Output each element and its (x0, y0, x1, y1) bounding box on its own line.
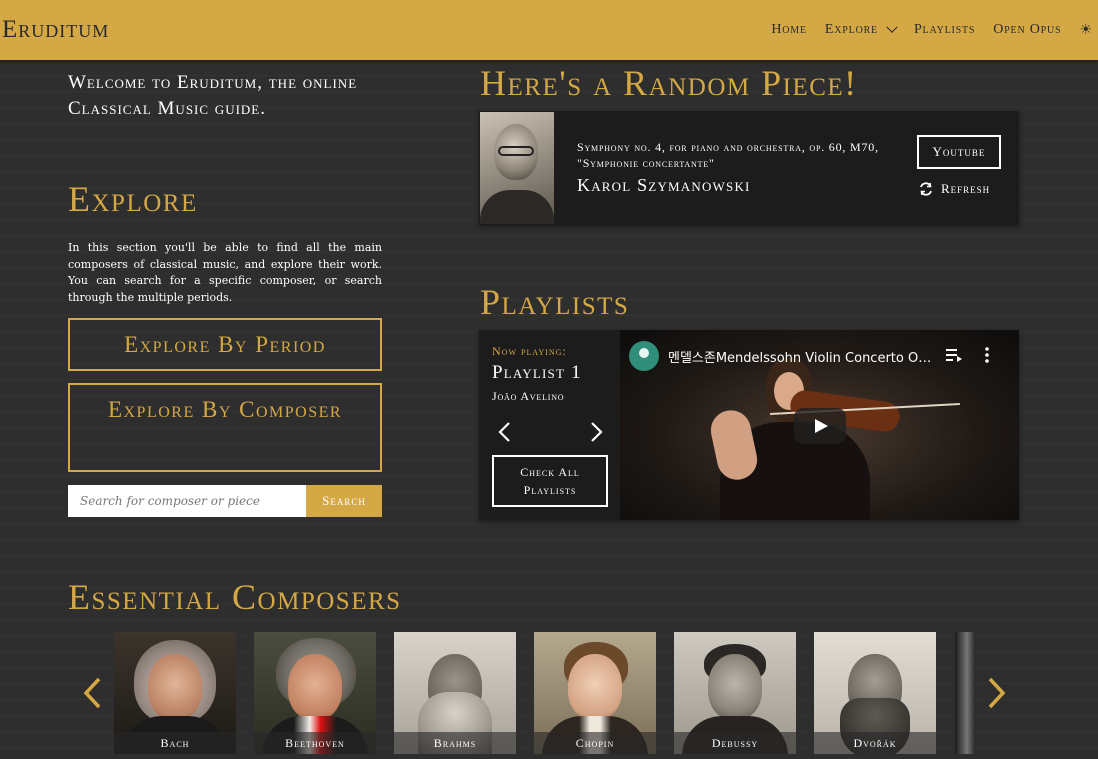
composer-name: Debussy (674, 732, 796, 754)
composer-card-brahms[interactable]: Brahms (394, 632, 516, 754)
nav-open-opus[interactable]: Open Opus (993, 22, 1061, 38)
composer-card-beethoven[interactable]: Beethoven (254, 632, 376, 754)
search-button[interactable]: Search (306, 485, 382, 517)
composer-face (708, 654, 762, 720)
chevron-down-icon (886, 21, 898, 33)
refresh-label: Refresh (941, 181, 991, 196)
sun-icon[interactable]: ☀ (1079, 22, 1092, 38)
welcome-text: Welcome to Eruditum, the online Classica… (68, 72, 358, 119)
explore-by-period-button[interactable]: Explore By Period (68, 318, 382, 371)
random-piece-heading: Here's a Random Piece! (480, 63, 858, 103)
youtube-button[interactable]: Youtube (917, 135, 1001, 169)
chevron-left-icon[interactable] (495, 420, 515, 444)
explore-by-composer-button[interactable]: Explore By Composer (68, 383, 382, 472)
random-piece-card: Symphony no. 4, for piano and orchestra,… (479, 111, 1019, 225)
composer-face (288, 654, 342, 720)
portrait-suit (480, 190, 554, 224)
play-icon[interactable] (794, 408, 846, 444)
composer-face (568, 654, 622, 720)
composer-name: Chopin (534, 732, 656, 754)
video-title[interactable]: 멘델스존Mendelssohn Violin Concerto OP ... (668, 347, 934, 366)
composer-portrait (480, 112, 554, 224)
piece-title: Symphony no. 4, for piano and orchestra,… (577, 140, 879, 170)
check-all-playlists-button[interactable]: Check All Playlists (492, 455, 608, 507)
composer-name: Dvořák (814, 732, 936, 754)
nav-open-opus-label: Open Opus (993, 22, 1062, 37)
composer-card-dvorak[interactable]: Dvořák (814, 632, 936, 754)
nav-home-label: Home (771, 22, 807, 37)
video-violinist-arm (707, 406, 761, 484)
playlist-author: João Avelino (492, 389, 565, 403)
composer-card-bach[interactable]: Bach (114, 632, 236, 754)
essential-composers-heading: Essential Composers (68, 577, 402, 617)
explore-heading: Explore (68, 179, 198, 219)
playlists-heading: Playlists (480, 282, 630, 322)
composer-face (148, 654, 202, 720)
composer-card-debussy[interactable]: Debussy (674, 632, 796, 754)
nav-playlists-label: Playlists (913, 22, 976, 37)
youtube-video-embed[interactable]: 멘델스존Mendelssohn Violin Concerto OP ... (620, 330, 1019, 520)
composer-name: Beethoven (254, 732, 376, 754)
nav-home[interactable]: Home (771, 22, 807, 38)
channel-avatar[interactable] (629, 341, 659, 371)
nav-links: Home Explore Playlists Open Opus ☀ (771, 21, 1098, 38)
now-playing-label: Now playing: (492, 344, 567, 358)
more-vert-icon[interactable] (984, 346, 990, 364)
refresh-button[interactable]: Refresh (919, 181, 990, 197)
search-form: Search (68, 485, 382, 517)
refresh-icon (920, 182, 932, 196)
brand-logo[interactable]: Eruditum (0, 16, 109, 44)
chevron-right-icon[interactable] (586, 420, 606, 444)
nav-explore-label: Explore (824, 22, 878, 37)
playlist-queue-icon[interactable] (946, 348, 962, 362)
carousel-prev-icon[interactable] (80, 675, 104, 711)
composer-card-partial[interactable] (955, 632, 975, 754)
carousel-next-icon[interactable] (985, 675, 1009, 711)
nav-playlists[interactable]: Playlists (914, 22, 975, 38)
search-input[interactable] (68, 485, 306, 517)
composer-name: Bach (114, 732, 236, 754)
composer-card-chopin[interactable]: Chopin (534, 632, 656, 754)
nav-explore-dropdown[interactable]: Explore (824, 21, 898, 38)
composer-name: Brahms (394, 732, 516, 754)
portrait-glasses (498, 146, 534, 156)
playlist-player-card: Now playing: Playlist 1 João Avelino Che… (479, 330, 1019, 520)
piece-composer: Karol Szymanowski (577, 175, 751, 195)
top-navbar: Eruditum Home Explore Playlists Open Opu… (0, 0, 1098, 60)
explore-description: In this section you'll be able to find a… (68, 241, 382, 304)
playlist-name: Playlist 1 (492, 362, 582, 383)
